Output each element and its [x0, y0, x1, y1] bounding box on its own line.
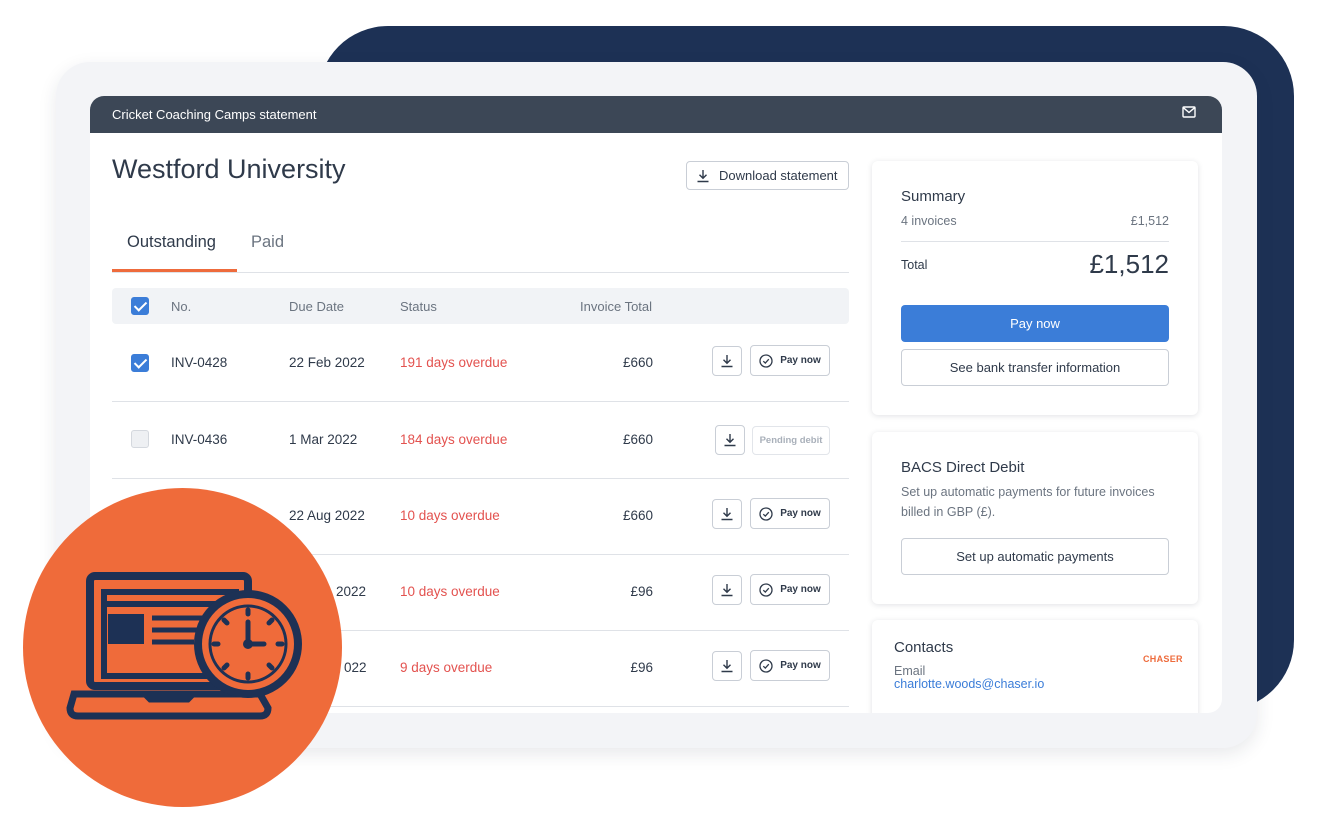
pay-now-label: Pay now	[780, 660, 821, 671]
contacts-card: Contacts Email charlotte.woods@chaser.io…	[872, 620, 1198, 713]
check-circle-icon	[759, 353, 773, 368]
pay-now-label: Pay now	[780, 508, 821, 519]
download-icon	[721, 660, 733, 673]
due-date: 22 Aug 2022	[289, 508, 365, 523]
due-date: 2022	[336, 584, 367, 599]
download-invoice-button[interactable]	[712, 499, 742, 529]
statement-title: Cricket Coaching Camps statement	[112, 107, 317, 122]
invoice-number: INV-0436	[171, 432, 228, 447]
due-date: 1 Mar 2022	[289, 432, 358, 447]
overdue-status: 10 days overdue	[400, 508, 500, 523]
customer-name: Westford University	[112, 154, 346, 184]
mail-icon[interactable]	[1182, 106, 1196, 118]
overdue-status: 191 days overdue	[400, 355, 508, 370]
summary-card: Summary 4 invoices £1,512 Total £1,512 P…	[872, 161, 1198, 415]
download-invoice-button[interactable]	[712, 346, 742, 376]
due-date: 22 Feb 2022	[289, 355, 365, 370]
table-header: No. Due Date Status Invoice Total	[112, 288, 849, 324]
tab-outstanding[interactable]: Outstanding	[127, 233, 216, 252]
contacts-title: Contacts	[894, 639, 954, 656]
laptop-clock-icon	[66, 572, 302, 720]
bacs-description: Set up automatic payments for future inv…	[901, 485, 1155, 519]
column-header-status: Status	[400, 299, 437, 314]
bacs-direct-debit-card: BACS Direct Debit Set up automatic payme…	[872, 432, 1198, 604]
pay-now-button[interactable]: Pay now	[750, 498, 830, 529]
table-row: INV-0428 22 Feb 2022 191 days overdue £6…	[112, 325, 849, 402]
setup-automatic-payments-button[interactable]: Set up automatic payments	[901, 538, 1169, 575]
overdue-status: 9 days overdue	[400, 660, 493, 675]
download-statement-label: Download statement	[719, 168, 838, 183]
due-date: 022	[344, 660, 367, 675]
bacs-title: BACS Direct Debit	[901, 459, 1025, 476]
download-invoice-button[interactable]	[715, 425, 745, 455]
overdue-status: 10 days overdue	[400, 584, 500, 599]
pay-now-button[interactable]: Pay now	[750, 345, 830, 376]
invoice-total: £96	[630, 660, 653, 675]
active-tab-indicator	[112, 269, 237, 272]
select-all-checkbox[interactable]	[131, 297, 149, 315]
column-header-no: No.	[171, 299, 192, 314]
contact-email-link[interactable]: charlotte.woods@chaser.io	[894, 677, 1044, 691]
email-label: Email	[894, 664, 926, 678]
download-statement-button[interactable]: Download statement	[686, 161, 849, 190]
download-icon	[721, 355, 733, 368]
chaser-logo: CHASER	[1143, 654, 1183, 664]
column-header-invoice-total: Invoice Total	[580, 299, 653, 314]
pay-now-button[interactable]: Pay now	[750, 574, 830, 605]
bank-transfer-button[interactable]: See bank transfer information	[901, 349, 1169, 386]
column-header-due-date: Due Date	[289, 299, 344, 314]
top-bar: Cricket Coaching Camps statement	[90, 96, 1222, 133]
tab-bar: Outstanding Paid	[112, 224, 849, 273]
invoice-count: 4 invoices	[901, 214, 957, 228]
download-icon	[721, 508, 733, 521]
pay-now-button[interactable]: Pay now	[750, 650, 830, 681]
invoice-total: £660	[622, 355, 653, 370]
download-icon	[697, 169, 709, 182]
pay-now-primary-button[interactable]: Pay now	[901, 305, 1169, 342]
tab-paid[interactable]: Paid	[251, 233, 284, 252]
total-amount: £1,512	[1089, 249, 1169, 279]
check-circle-icon	[759, 658, 773, 673]
invoice-number: INV-0428	[171, 355, 228, 370]
check-circle-icon	[759, 582, 773, 597]
row-checkbox[interactable]	[131, 430, 149, 448]
summary-divider	[901, 241, 1169, 242]
summary-title: Summary	[901, 188, 966, 205]
invoice-total: £96	[630, 584, 653, 599]
pay-now-label: Pay now	[780, 584, 821, 595]
check-circle-icon	[759, 506, 773, 521]
download-icon	[721, 584, 733, 597]
invoice-count-amount: £1,512	[1130, 214, 1169, 228]
table-row: INV-0436 1 Mar 2022 184 days overdue £66…	[112, 402, 849, 479]
invoice-total: £660	[622, 508, 653, 523]
download-invoice-button[interactable]	[712, 575, 742, 605]
download-invoice-button[interactable]	[712, 651, 742, 681]
invoice-total: £660	[622, 432, 653, 447]
overdue-status: 184 days overdue	[400, 432, 508, 447]
pending-debit-badge: Pending debit	[752, 426, 830, 455]
download-icon	[724, 434, 736, 447]
row-checkbox[interactable]	[131, 354, 149, 372]
pay-now-label: Pay now	[780, 355, 821, 366]
total-label: Total	[901, 258, 928, 272]
